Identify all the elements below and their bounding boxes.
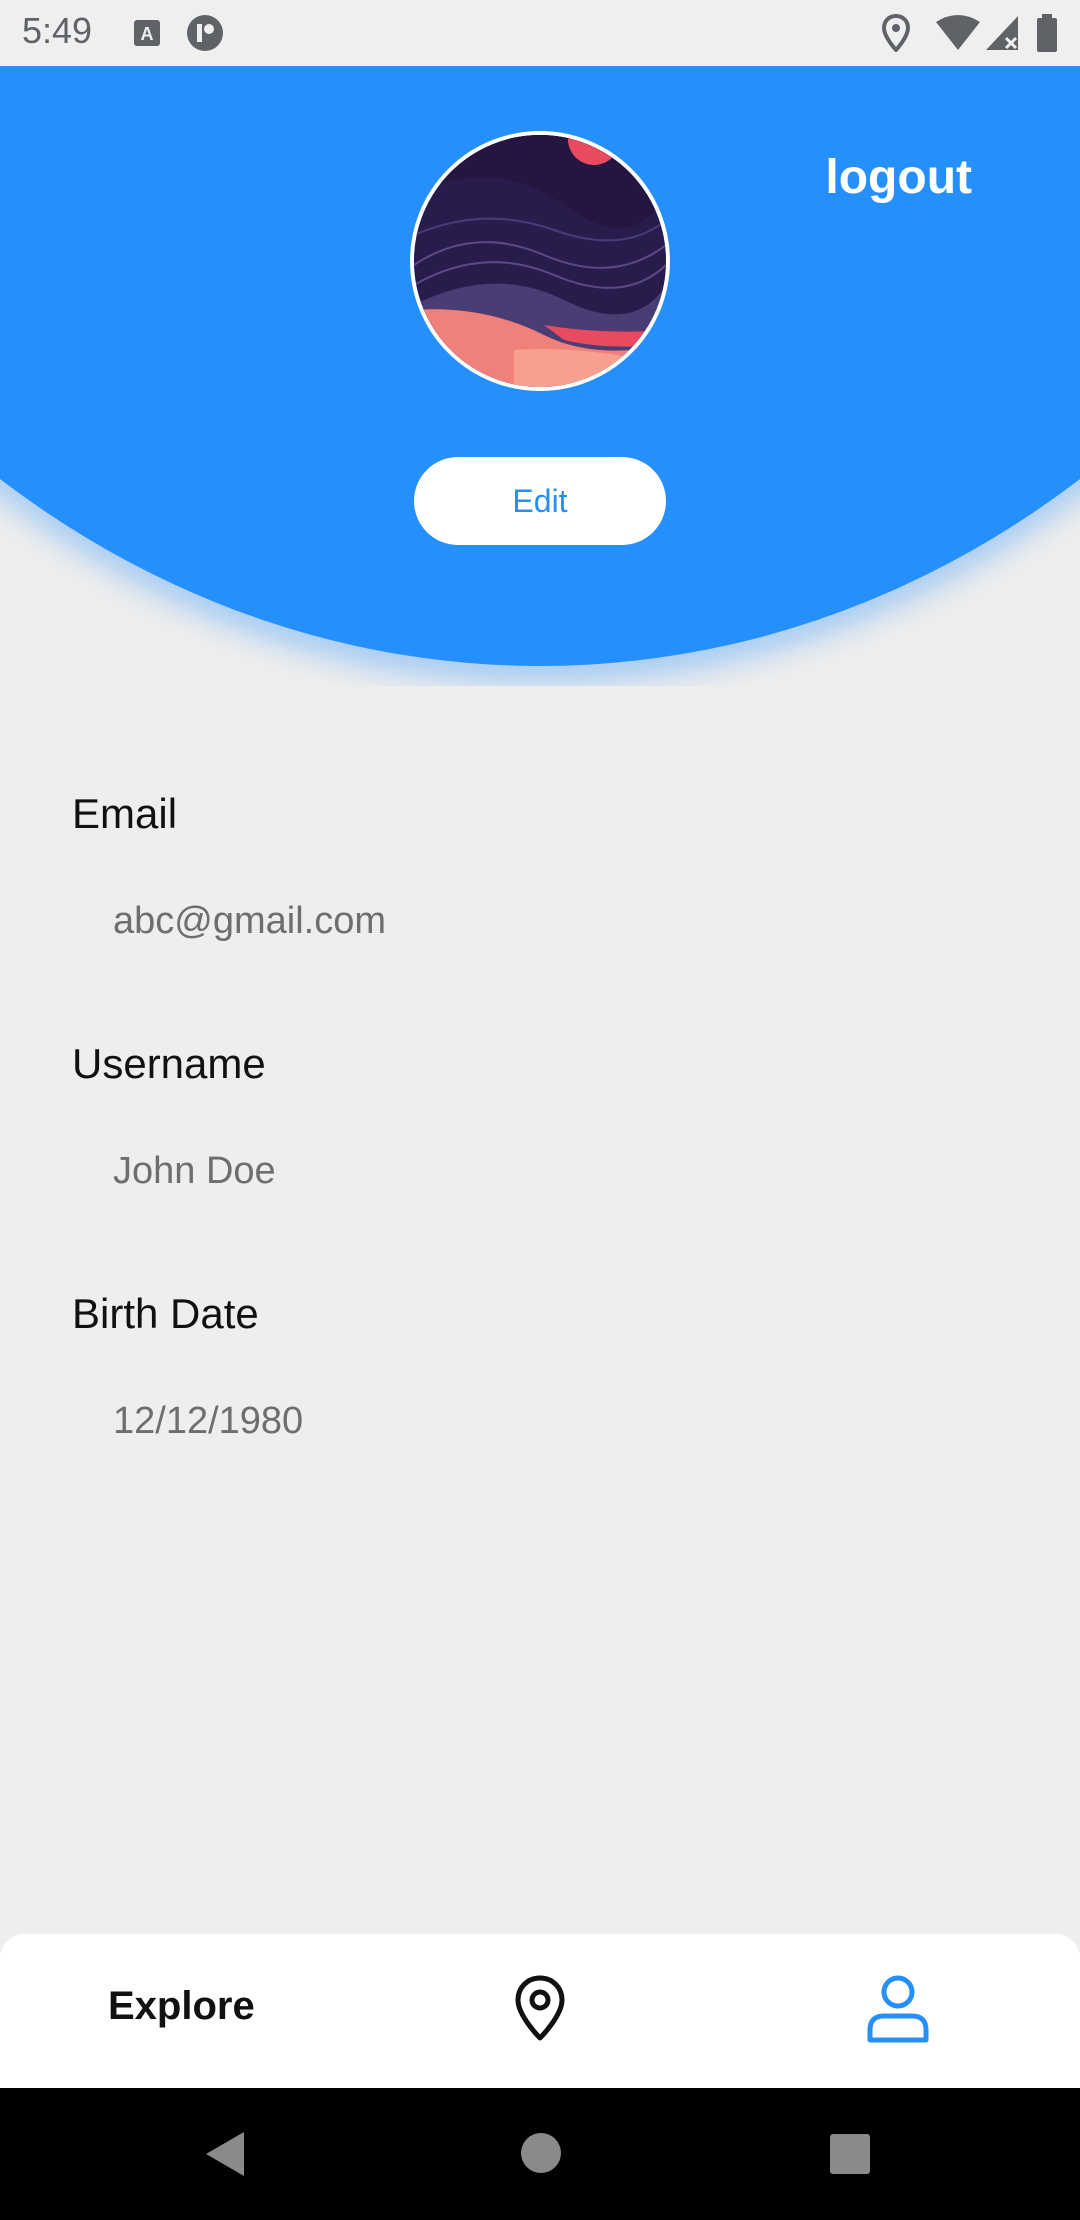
logout-button[interactable]: logout	[825, 150, 972, 205]
avatar-image	[414, 135, 666, 387]
home-icon[interactable]	[520, 2132, 562, 2174]
signal-icon	[986, 16, 1018, 50]
recents-icon[interactable]	[830, 2134, 870, 2174]
email-value: abc@gmail.com	[113, 900, 386, 942]
app-notification-icon	[187, 15, 223, 51]
system-nav-bar	[0, 2088, 1080, 2220]
email-label: Email	[72, 790, 178, 837]
svg-text:A: A	[141, 24, 154, 44]
person-icon[interactable]	[866, 1974, 930, 2044]
location-icon	[882, 14, 910, 52]
battery-icon	[1037, 14, 1057, 52]
bottom-nav: Explore	[0, 1934, 1080, 2088]
avatar	[410, 131, 670, 391]
wifi-icon	[936, 15, 980, 50]
status-time: 5:49	[22, 10, 93, 51]
birthdate-label: Birth Date	[72, 1290, 259, 1337]
map-pin-icon[interactable]	[512, 1974, 568, 2044]
back-icon[interactable]	[204, 2130, 246, 2178]
status-bar: 5:49 A	[0, 0, 1080, 66]
edit-button[interactable]: Edit	[414, 457, 666, 545]
birthdate-value: 12/12/1980	[113, 1400, 304, 1442]
a-font-icon: A	[134, 20, 160, 46]
nav-explore[interactable]: Explore	[108, 1984, 255, 2029]
username-label: Username	[72, 1040, 266, 1087]
username-value: John Doe	[113, 1150, 276, 1192]
profile-header: logout Edit	[0, 66, 1080, 686]
